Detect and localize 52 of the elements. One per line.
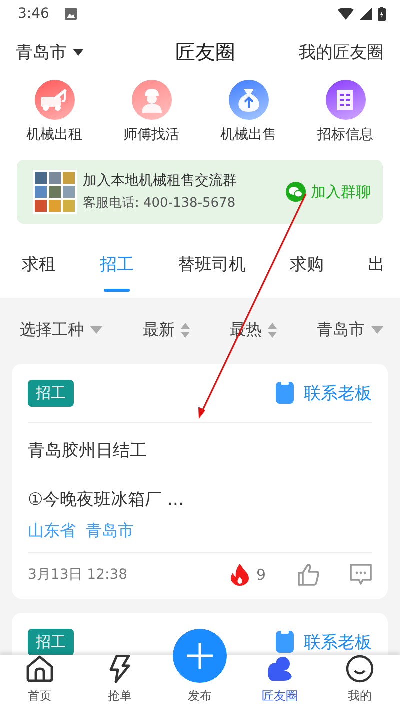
nav-item[interactable]: 抢单 [88,655,152,705]
category-tag: 招工 [28,380,74,406]
shortcut-item[interactable]: 机械出租 [14,80,94,144]
home-icon [26,655,54,683]
battery-icon [378,7,386,21]
nav-item[interactable]: 匠友圈 [248,655,312,705]
shortcut-item[interactable]: 招标信息 [306,80,386,144]
shortcut-item[interactable]: 机械出售 [208,80,288,144]
page-title: 匠友圈 [176,38,236,66]
my-circle-link[interactable]: 我的匠友圈 [299,40,384,64]
category-tag: 招工 [28,628,74,655]
caret-icon [90,326,103,334]
worker-icon [132,80,172,120]
tow-truck-icon [34,80,74,120]
filter-dropdown[interactable]: 最新 [143,320,190,340]
signal-icon [360,8,372,20]
wifi-icon [338,8,354,20]
image-icon [65,8,78,20]
sort-icon [181,322,190,338]
service-phone: 客服电话: 400-138-5678 [83,195,237,212]
caret-icon [371,326,384,334]
post-title: 青岛胶州日结工 [28,440,148,462]
comment-icon[interactable] [350,564,372,586]
status-time: 3:46 [18,6,50,22]
money-bag-icon [228,80,268,120]
phone-icon [276,382,294,404]
nav-item[interactable]: 首页 [8,655,72,705]
post-time: 3月13日 12:38 [28,566,129,584]
banner-title: 加入本地机械租售交流群 [83,172,238,190]
location-text: 山东省 [28,521,76,542]
city-selector[interactable]: 青岛市 [16,40,84,64]
category-tab[interactable]: 求购 [290,238,324,292]
people-icon [266,655,294,683]
location-text: 青岛市 [86,521,134,542]
hot-count: 9 [256,566,266,584]
nav-item[interactable]: 发布 [168,629,232,705]
category-tab[interactable]: 求租 [22,238,56,292]
filter-dropdown[interactable]: 选择工种 [20,320,103,340]
building-icon [326,80,366,120]
category-tab[interactable]: 出 [368,238,385,292]
post-body: ①今晚夜班冰箱厂 ... [28,489,185,511]
caret-icon [73,48,84,56]
chat-icon [286,182,306,202]
thumbs-up-icon[interactable] [298,564,320,586]
smiley-icon [346,655,374,683]
filter-dropdown[interactable]: 青岛市 [317,320,384,340]
sort-icon [268,322,277,338]
nav-item[interactable]: 我的 [328,655,392,705]
category-tab[interactable]: 替班司机 [178,238,246,292]
lightning-icon [108,655,132,683]
flame-icon [230,564,250,586]
shortcut-item[interactable]: 师傅找活 [112,80,192,144]
